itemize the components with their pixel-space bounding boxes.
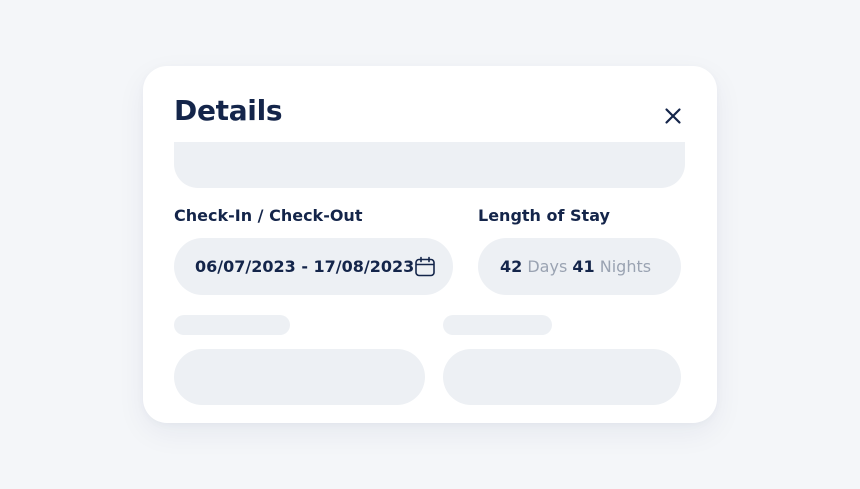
- placeholder-label-left: [174, 315, 290, 335]
- check-in-out-label: Check-In / Check-Out: [174, 206, 363, 225]
- close-icon: [665, 108, 681, 124]
- days-count: 42: [500, 257, 523, 276]
- days-unit: Days: [527, 257, 568, 276]
- calendar-icon[interactable]: [414, 256, 436, 278]
- nights-unit: Nights: [599, 257, 652, 276]
- date-range-input[interactable]: 06/07/2023 - 17/08/2023: [174, 238, 453, 295]
- date-range-value: 06/07/2023 - 17/08/2023: [195, 257, 415, 276]
- placeholder-field-left: [174, 349, 425, 405]
- length-of-stay-value: 42 Days 41 Nights: [500, 257, 651, 276]
- placeholder-field-top: [174, 142, 685, 188]
- length-of-stay-field: 42 Days 41 Nights: [478, 238, 681, 295]
- placeholder-field-right: [443, 349, 681, 405]
- length-of-stay-label: Length of Stay: [478, 206, 610, 225]
- modal-title: Details: [174, 94, 283, 127]
- placeholder-label-right: [443, 315, 552, 335]
- close-button[interactable]: [661, 104, 685, 128]
- details-modal: Details Check-In / Check-Out Length of S…: [143, 66, 717, 423]
- nights-count: 41: [572, 257, 595, 276]
